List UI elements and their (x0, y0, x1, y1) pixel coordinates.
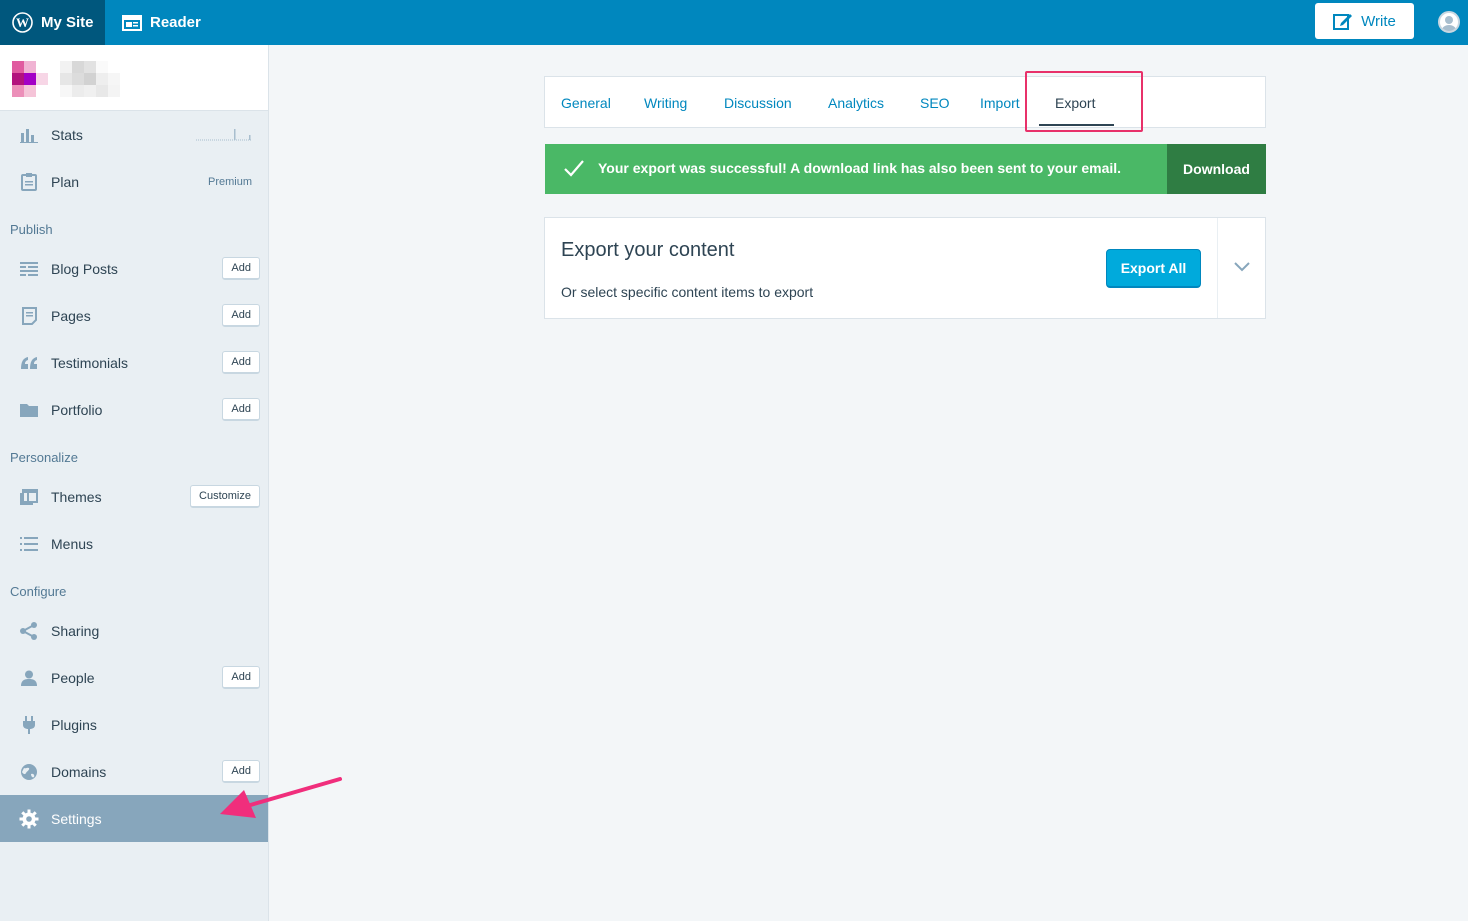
folder-icon (19, 400, 39, 420)
sidebar-item-pages[interactable]: Pages Add (0, 292, 268, 339)
my-site-button[interactable]: W My Site (0, 0, 105, 45)
tab-import[interactable]: Import (980, 77, 1020, 128)
posts-icon (19, 259, 39, 279)
tab-writing[interactable]: Writing (644, 77, 687, 128)
plan-badge: Premium (207, 175, 252, 188)
reader-icon (122, 14, 142, 31)
globe-icon (19, 762, 39, 782)
reader-button[interactable]: Reader (122, 0, 201, 45)
clipboard-icon (19, 172, 39, 192)
export-all-button[interactable]: Export All (1106, 249, 1201, 288)
sidebar-item-label: Settings (51, 810, 102, 827)
chevron-down-icon[interactable] (1233, 260, 1251, 278)
stats-sparkline (196, 129, 252, 141)
sidebar-item-portfolio[interactable]: Portfolio Add (0, 386, 268, 433)
success-notice: Your export was successful! A download l… (545, 144, 1266, 194)
annotation-highlight-box (1025, 71, 1143, 132)
site-name-blurred (60, 61, 132, 97)
person-icon (19, 668, 39, 688)
sidebar-item-label: Sharing (51, 622, 100, 639)
user-avatar[interactable] (1438, 11, 1460, 33)
notice-message: Your export was successful! A download l… (598, 160, 1122, 176)
tab-seo[interactable]: SEO (920, 77, 950, 128)
menu-list-icon (19, 534, 39, 554)
settings-tabs: General Writing Discussion Analytics SEO… (544, 76, 1266, 128)
masterbar: W My Site Reader Write (0, 0, 1468, 45)
section-heading-configure: Configure (10, 584, 67, 599)
add-blog-post-button[interactable]: Add (222, 257, 260, 280)
gear-icon (19, 809, 39, 829)
sidebar-item-label: Themes (51, 488, 102, 505)
sidebar-item-label: Blog Posts (51, 260, 118, 277)
sidebar-item-label: Menus (51, 535, 94, 552)
sidebar-item-label: Testimonials (51, 354, 129, 371)
sidebar-item-blog-posts[interactable]: Blog Posts Add (0, 245, 268, 292)
tab-analytics[interactable]: Analytics (828, 77, 884, 128)
sidebar-item-themes[interactable]: Themes Customize (0, 473, 268, 520)
site-icon (12, 61, 48, 97)
sidebar-item-plan[interactable]: Plan Premium (0, 158, 268, 205)
checkmark-icon (563, 158, 585, 181)
sidebar-item-label: Stats (51, 126, 83, 143)
add-portfolio-button[interactable]: Add (222, 398, 260, 421)
sidebar-item-sharing[interactable]: Sharing (0, 607, 268, 654)
customize-theme-button[interactable]: Customize (190, 485, 260, 508)
sidebar-item-menus[interactable]: Menus (0, 520, 268, 567)
tab-general[interactable]: General (561, 77, 611, 128)
reader-label: Reader (150, 14, 201, 31)
sidebar-item-label: Portfolio (51, 401, 103, 418)
my-site-label: My Site (41, 14, 94, 31)
pencil-icon (1333, 12, 1353, 30)
export-subtitle: Or select specific content items to expo… (561, 284, 814, 300)
sidebar-item-label: Plugins (51, 716, 97, 733)
sidebar-item-label: Plan (51, 173, 80, 190)
add-people-button[interactable]: Add (222, 666, 260, 689)
section-heading-personalize: Personalize (10, 450, 78, 465)
bar-chart-icon (19, 125, 39, 145)
share-icon (19, 621, 39, 641)
sidebar-item-label: People (51, 669, 95, 686)
tab-discussion[interactable]: Discussion (724, 77, 792, 128)
annotation-arrow (220, 777, 342, 818)
quote-icon (19, 353, 39, 373)
svg-text:W: W (16, 15, 29, 30)
sidebar-item-label: Pages (51, 307, 91, 324)
page-icon (19, 306, 39, 326)
sidebar-item-stats[interactable]: Stats (0, 111, 268, 158)
sidebar-item-plugins[interactable]: Plugins (0, 701, 268, 748)
themes-icon (19, 487, 39, 507)
export-card: Export your content Or select specific c… (544, 217, 1266, 319)
section-heading-publish: Publish (10, 222, 53, 237)
write-button[interactable]: Write (1315, 3, 1414, 39)
sidebar-item-label: Domains (51, 763, 107, 780)
site-card[interactable] (0, 45, 268, 111)
export-title: Export your content (561, 239, 735, 261)
download-button[interactable]: Download (1167, 144, 1266, 194)
card-divider (1217, 218, 1218, 318)
wordpress-logo-icon: W (12, 12, 33, 33)
add-testimonial-button[interactable]: Add (222, 351, 260, 374)
plug-icon (19, 715, 39, 735)
sidebar-item-people[interactable]: People Add (0, 654, 268, 701)
add-page-button[interactable]: Add (222, 304, 260, 327)
sidebar-item-testimonials[interactable]: Testimonials Add (0, 339, 268, 386)
write-label: Write (1361, 12, 1396, 30)
